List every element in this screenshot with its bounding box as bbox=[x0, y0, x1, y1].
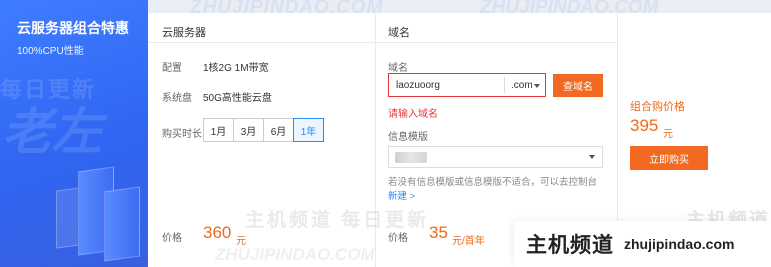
template-hint: 若没有信息模版或信息模版不适合，可以去控制台 新建 > bbox=[388, 176, 606, 204]
template-label: 信息模版 bbox=[388, 132, 428, 143]
create-template-link[interactable]: 新建 > bbox=[388, 191, 415, 202]
buy-now-button[interactable]: 立即购买 bbox=[630, 146, 708, 170]
domain-input[interactable]: laozuoorg .com bbox=[388, 73, 546, 97]
cloud-price: 360 bbox=[203, 223, 232, 242]
promo-subtitle: 100%CPU性能 bbox=[17, 46, 84, 57]
domain-heading: 域名 bbox=[388, 27, 410, 39]
promo-title: 云服务器组合特惠 bbox=[17, 20, 129, 36]
query-domain-button[interactable]: 查域名 bbox=[553, 74, 603, 97]
cloud-server-heading: 云服务器 bbox=[162, 27, 206, 39]
domain-field-label: 域名 bbox=[388, 63, 408, 74]
template-hint-text: 若没有信息模版或信息模版不适合，可以去控制台 bbox=[388, 177, 598, 188]
template-select[interactable] bbox=[388, 146, 603, 168]
domain-input-value: laozuoorg bbox=[396, 80, 440, 91]
duration-option-6m[interactable]: 6月 bbox=[263, 118, 294, 142]
cloud-price-unit: 元 bbox=[236, 236, 246, 247]
combo-price: 395 bbox=[630, 116, 659, 135]
domain-price-unit: 元/首年 bbox=[452, 236, 485, 247]
domain-suffix-select[interactable]: .com bbox=[511, 80, 533, 91]
disk-value: 50G高性能云盘 bbox=[203, 93, 272, 104]
divider bbox=[376, 42, 617, 43]
config-label: 配置 bbox=[162, 63, 182, 74]
cloud-server-card: 云服务器 配置 1核2G 1M带宽 系统盘 50G高性能云盘 购买时长 1月 3… bbox=[148, 13, 375, 267]
divider bbox=[148, 42, 375, 43]
chevron-down-icon[interactable] bbox=[589, 155, 595, 159]
server-illustration bbox=[56, 187, 80, 249]
chevron-down-icon[interactable] bbox=[534, 84, 540, 88]
server-illustration bbox=[104, 186, 140, 262]
domain-error-message: 请输入域名 bbox=[388, 109, 438, 120]
cloud-price-label: 价格 bbox=[162, 233, 182, 244]
domain-price: 35 bbox=[429, 223, 448, 242]
brand-badge: 主机频道 zhujipindao.com bbox=[514, 221, 771, 267]
domain-price-label: 价格 bbox=[388, 233, 408, 244]
promo-panel: 云服务器组合特惠 100%CPU性能 每日更新 老左 bbox=[0, 0, 148, 267]
duration-option-1y[interactable]: 1年 bbox=[293, 118, 324, 142]
config-value: 1核2G 1M带宽 bbox=[203, 63, 269, 74]
combo-price-label: 组合购价格 bbox=[630, 101, 685, 113]
duration-label: 购买时长 bbox=[162, 129, 202, 140]
brand-url: zhujipindao.com bbox=[624, 236, 735, 252]
duration-option-3m[interactable]: 3月 bbox=[233, 118, 264, 142]
duration-selector: 1月 3月 6月 1年 bbox=[203, 118, 324, 142]
divider bbox=[504, 77, 505, 93]
combo-price-unit: 元 bbox=[663, 129, 673, 140]
brand-name: 主机频道 bbox=[526, 234, 614, 257]
duration-option-1m[interactable]: 1月 bbox=[203, 118, 234, 142]
promo-watermark-big: 老左 bbox=[2, 104, 102, 160]
blurred-template-value bbox=[395, 152, 427, 163]
disk-label: 系统盘 bbox=[162, 93, 192, 104]
